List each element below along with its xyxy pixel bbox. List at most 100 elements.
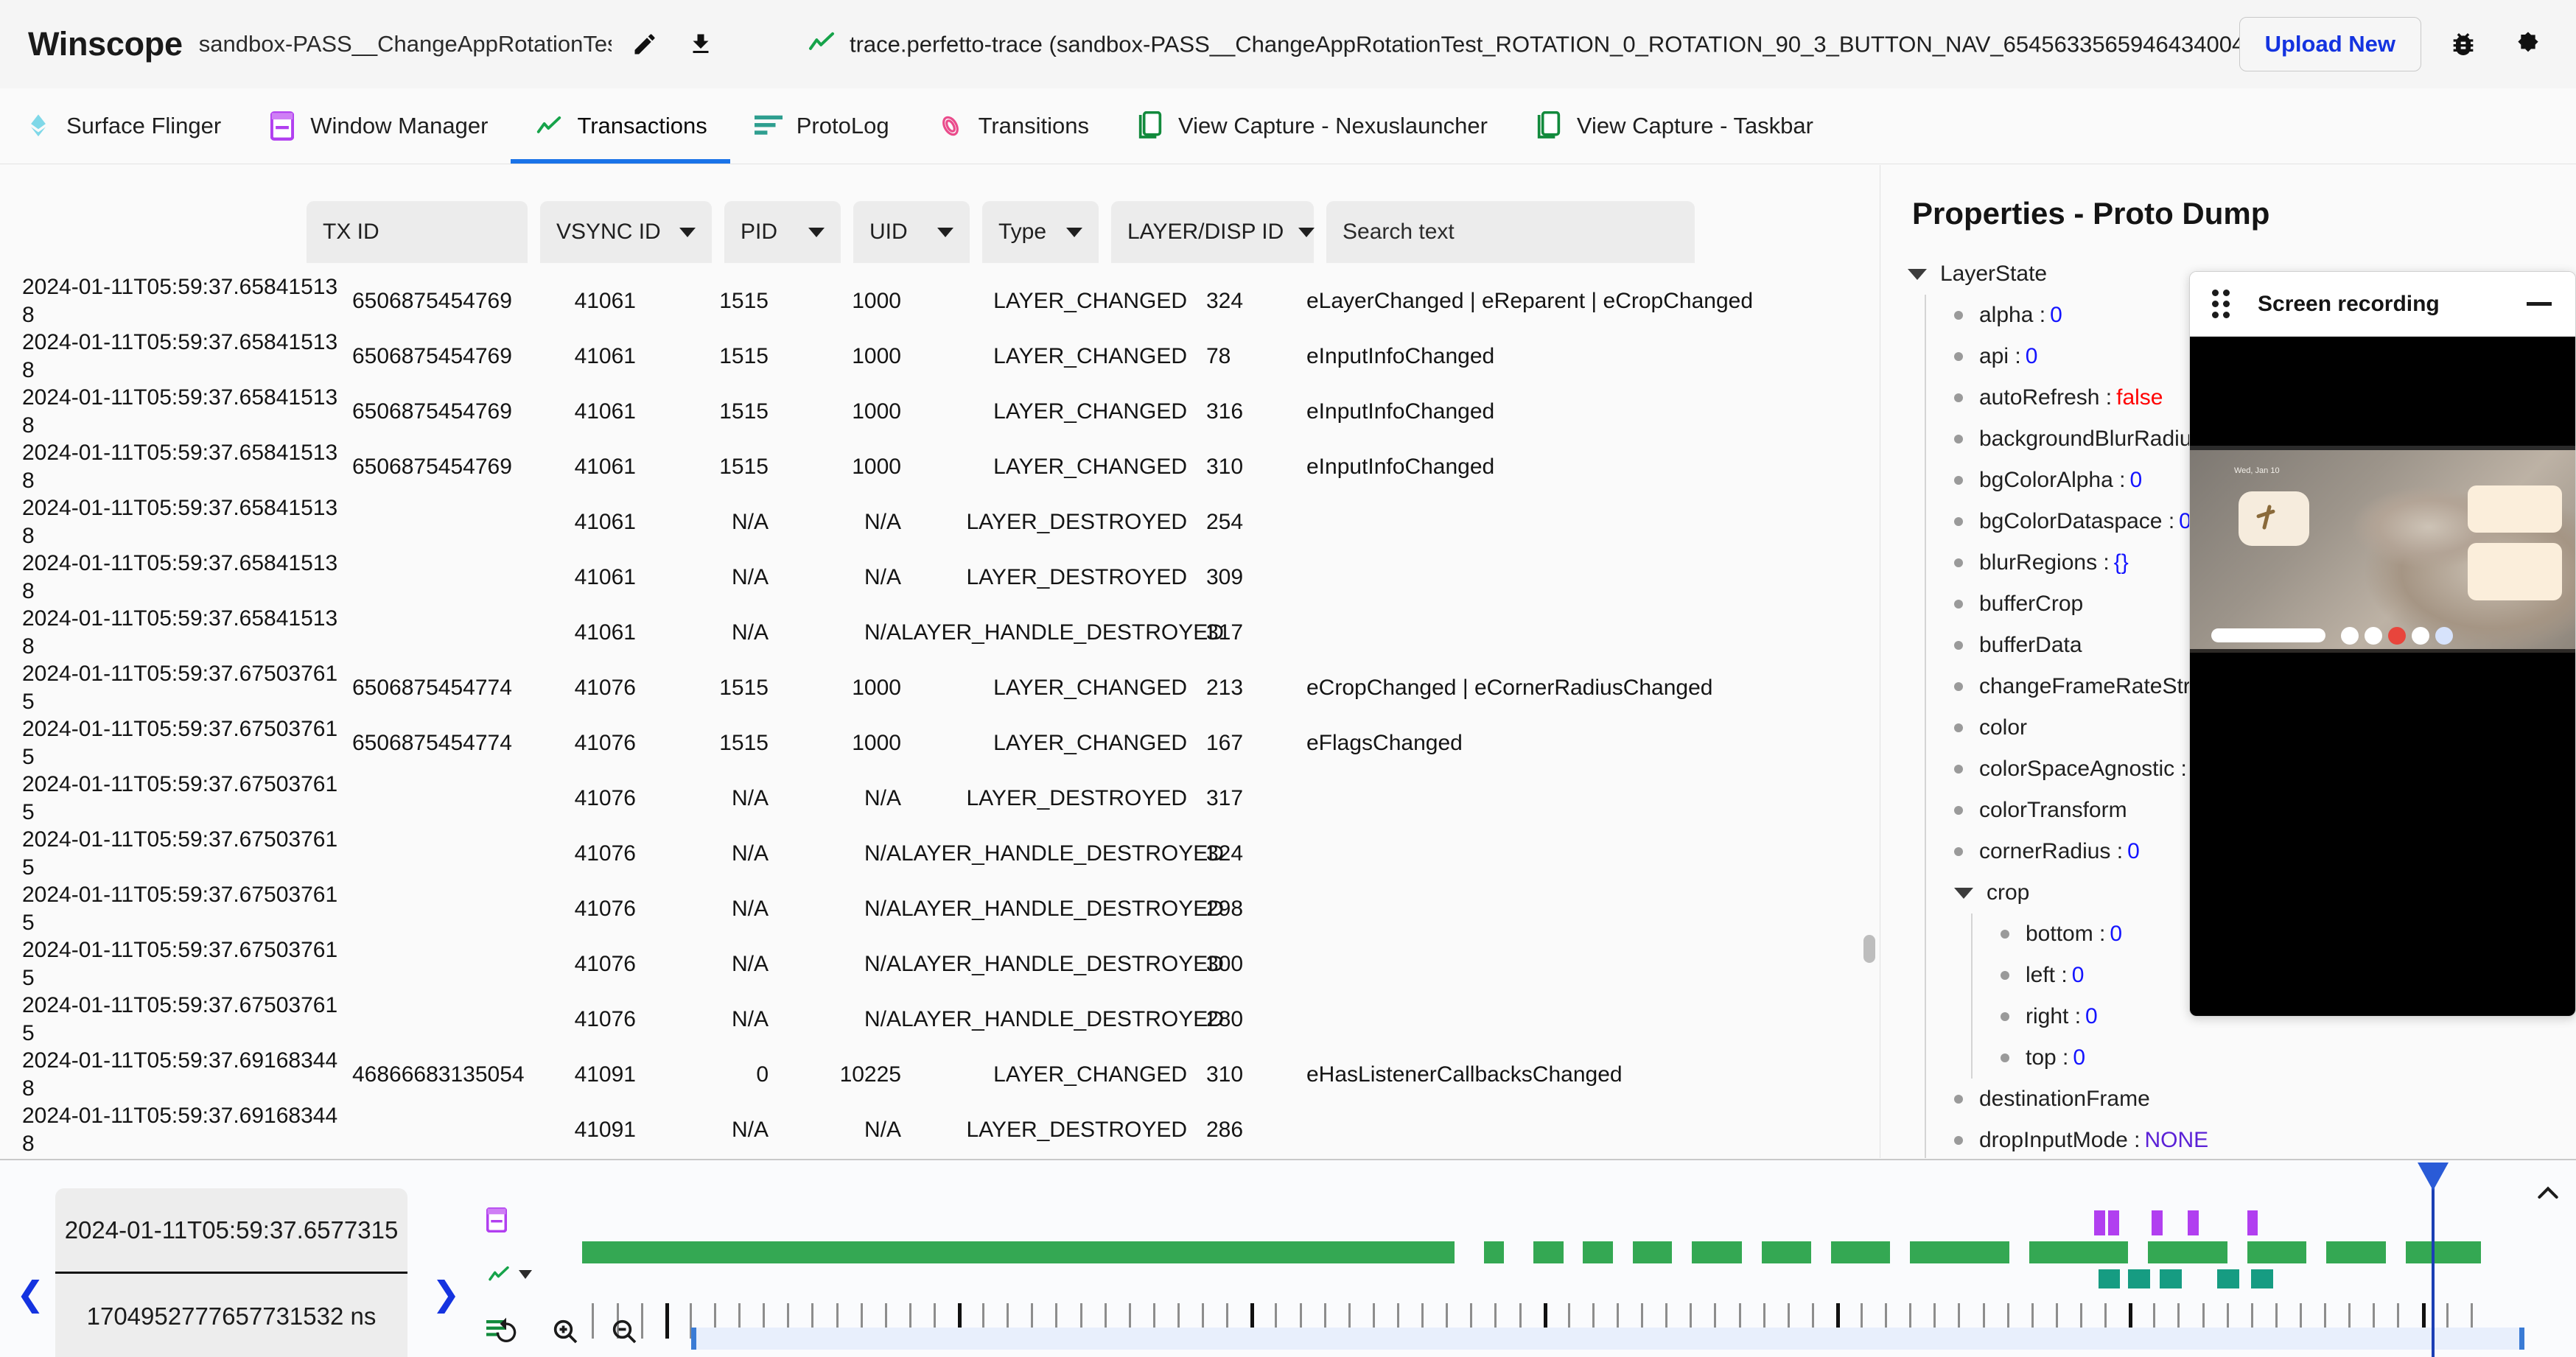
chevron-down-icon[interactable] (519, 1270, 532, 1279)
bug-icon[interactable] (2440, 21, 2486, 67)
transition-event-mark[interactable] (2098, 1269, 2121, 1288)
transactions-track[interactable] (582, 1237, 2564, 1294)
tx-event-span[interactable] (2247, 1241, 2307, 1263)
wm-event-mark[interactable] (2187, 1210, 2199, 1235)
table-row[interactable]: 2024-01-11T05:59:37.675037615 41076 N/A N/A… (0, 936, 1857, 992)
wm-event-mark[interactable] (2247, 1210, 2258, 1235)
transition-event-mark[interactable] (2160, 1269, 2182, 1288)
upload-new-button[interactable]: Upload New (2239, 17, 2421, 71)
table-row[interactable]: 2024-01-11T05:59:37.691683448 46866683135… (0, 1047, 1857, 1102)
timeline-cursor-handle[interactable] (2418, 1163, 2449, 1191)
cell-timestamp: 2024-01-11T05:59:37.675037615 (22, 772, 338, 824)
transactions-table[interactable]: 2024-01-11T05:59:37.658415138 65068754547… (0, 273, 1857, 1157)
filter-uid[interactable]: UID (853, 201, 970, 263)
timestamp-nanos: 1704952777657731532 ns (86, 1302, 377, 1330)
wm-event-mark[interactable] (2152, 1210, 2163, 1235)
tx-event-span[interactable] (1632, 1241, 1673, 1263)
wm-event-mark[interactable] (2108, 1210, 2120, 1235)
tx-event-span[interactable] (2405, 1241, 2482, 1263)
table-row[interactable]: 2024-01-11T05:59:37.691683448 41091 N/A N/A… (0, 1102, 1857, 1157)
table-row[interactable]: 2024-01-11T05:59:37.675037615 41076 N/A N/A… (0, 881, 1857, 936)
tab-view-capture-nexuslauncher[interactable]: View Capture - Nexuslauncher (1112, 88, 1511, 164)
screen-recording-window[interactable]: Screen recording Wed, Jan 10 (2189, 271, 2576, 1017)
tx-event-span[interactable] (1761, 1241, 1811, 1263)
tab-surface-flinger[interactable]: Surface Flinger (0, 88, 244, 164)
tx-event-span[interactable] (1583, 1241, 1613, 1263)
tx-event-span[interactable] (2029, 1241, 2129, 1263)
cell-flags: eCropChanged | eCornerRadiusChanged (1306, 675, 1713, 700)
tx-event-span[interactable] (1692, 1241, 1742, 1263)
table-row[interactable]: 2024-01-11T05:59:37.675037615 41076 N/A N/A… (0, 771, 1857, 826)
chevron-right-icon[interactable]: ❯ (432, 1277, 461, 1311)
tab-protolog[interactable]: ProtoLog (730, 88, 912, 164)
timeline-range-scrollbar[interactable] (691, 1328, 2524, 1350)
download-icon[interactable] (678, 21, 724, 67)
tx-event-span[interactable] (1483, 1241, 1504, 1263)
table-row[interactable]: 2024-01-11T05:59:37.658415138 65068754547… (0, 329, 1857, 384)
tab-window-manager[interactable]: Window Manager (244, 88, 511, 164)
pencil-icon[interactable] (622, 21, 668, 67)
tx-event-span[interactable] (2326, 1241, 2386, 1263)
zoom-in-icon[interactable] (545, 1311, 585, 1351)
current-timestamp-box[interactable]: 2024-01-11T05:59:37.6577315 170495277765… (55, 1188, 407, 1357)
filter-tx-id[interactable]: TX ID (307, 201, 528, 263)
tab-transactions[interactable]: Transactions (511, 88, 731, 164)
wm-event-mark[interactable] (2094, 1210, 2106, 1235)
filter-type[interactable]: Type (982, 201, 1099, 263)
chevron-up-icon[interactable] (2533, 1179, 2563, 1212)
tx-event-span[interactable] (582, 1241, 1455, 1263)
cell-uid: N/A (864, 620, 901, 645)
chevron-down-icon[interactable] (1908, 268, 1927, 280)
zoom-out-icon[interactable] (604, 1311, 644, 1351)
cell-timestamp: 2024-01-11T05:59:37.658415138 (22, 330, 338, 382)
trace-tab-bar: Surface Flinger Window Manager Transacti… (0, 88, 2576, 164)
cell-pid: 41061 (574, 288, 636, 313)
property-top[interactable]: top : 0 (2001, 1037, 2576, 1079)
cell-pid: 41061 (574, 454, 636, 479)
property-dropInputMode[interactable]: dropInputMode : NONE (1954, 1120, 2576, 1158)
tx-event-span[interactable] (1533, 1241, 1564, 1263)
table-row[interactable]: 2024-01-11T05:59:37.658415138 41061 N/A N/A… (0, 605, 1857, 660)
tx-event-span[interactable] (1830, 1241, 1891, 1263)
tx-event-span[interactable] (2148, 1241, 2227, 1263)
timeline-controls (486, 1311, 644, 1351)
table-scrollbar-thumb[interactable] (1863, 935, 1875, 963)
table-row[interactable]: 2024-01-11T05:59:37.658415138 65068754547… (0, 439, 1857, 494)
tab-view-capture-taskbar[interactable]: View Capture - Taskbar (1511, 88, 1836, 164)
chevron-down-icon[interactable] (1954, 887, 1973, 899)
filter-label: UID (869, 220, 908, 244)
chevron-left-icon[interactable]: ❮ (16, 1277, 45, 1311)
minimize-icon[interactable] (2527, 302, 2552, 306)
transition-event-mark[interactable] (2250, 1269, 2273, 1288)
cell-layer-id: 316 (1206, 399, 1244, 424)
table-row[interactable]: 2024-01-11T05:59:37.658415138 65068754547… (0, 384, 1857, 439)
table-row[interactable]: 2024-01-11T05:59:37.658415138 41061 N/A N/A… (0, 550, 1857, 605)
property-key: backgroundBlurRadius (1979, 427, 2203, 451)
tab-transitions[interactable]: Transitions (912, 88, 1112, 164)
screen-recording-video[interactable]: Wed, Jan 10 (2190, 337, 2575, 1016)
timeline-cursor[interactable] (2432, 1164, 2435, 1357)
filter-vsync-id[interactable]: VSYNC ID (540, 201, 712, 263)
clock-widget (2239, 491, 2309, 546)
property-destinationFrame[interactable]: destinationFrame (1954, 1079, 2576, 1120)
transition-event-mark[interactable] (2217, 1269, 2239, 1288)
screen-recording-titlebar[interactable]: Screen recording (2190, 272, 2575, 337)
drag-handle-icon[interactable] (2212, 289, 2231, 319)
table-row[interactable]: 2024-01-11T05:59:37.658415138 41061 N/A N/A… (0, 494, 1857, 550)
table-row[interactable]: 2024-01-11T05:59:37.658415138 65068754547… (0, 273, 1857, 329)
table-row[interactable]: 2024-01-11T05:59:37.675037615 41076 N/A N/A… (0, 992, 1857, 1047)
search-input-wrap[interactable]: Search text (1326, 201, 1695, 263)
tx-event-span[interactable] (1910, 1241, 2009, 1263)
table-row[interactable]: 2024-01-11T05:59:37.675037615 41076 N/A N/A… (0, 826, 1857, 881)
restore-icon[interactable] (486, 1311, 526, 1351)
table-row[interactable]: 2024-01-11T05:59:37.675037615 65068754547… (0, 715, 1857, 771)
window-manager-icon[interactable] (486, 1193, 560, 1247)
filter-pid[interactable]: PID (724, 201, 841, 263)
transition-event-mark[interactable] (2128, 1269, 2150, 1288)
table-row[interactable]: 2024-01-11T05:59:37.675037615 65068754547… (0, 660, 1857, 715)
filter-layer-disp-id[interactable]: LAYER/DISP ID (1111, 201, 1315, 263)
timeline-tracks[interactable] (582, 1182, 2564, 1339)
window-manager-track[interactable] (582, 1182, 2564, 1237)
dark-mode-icon[interactable] (2505, 21, 2551, 67)
transactions-icon[interactable] (486, 1247, 560, 1302)
